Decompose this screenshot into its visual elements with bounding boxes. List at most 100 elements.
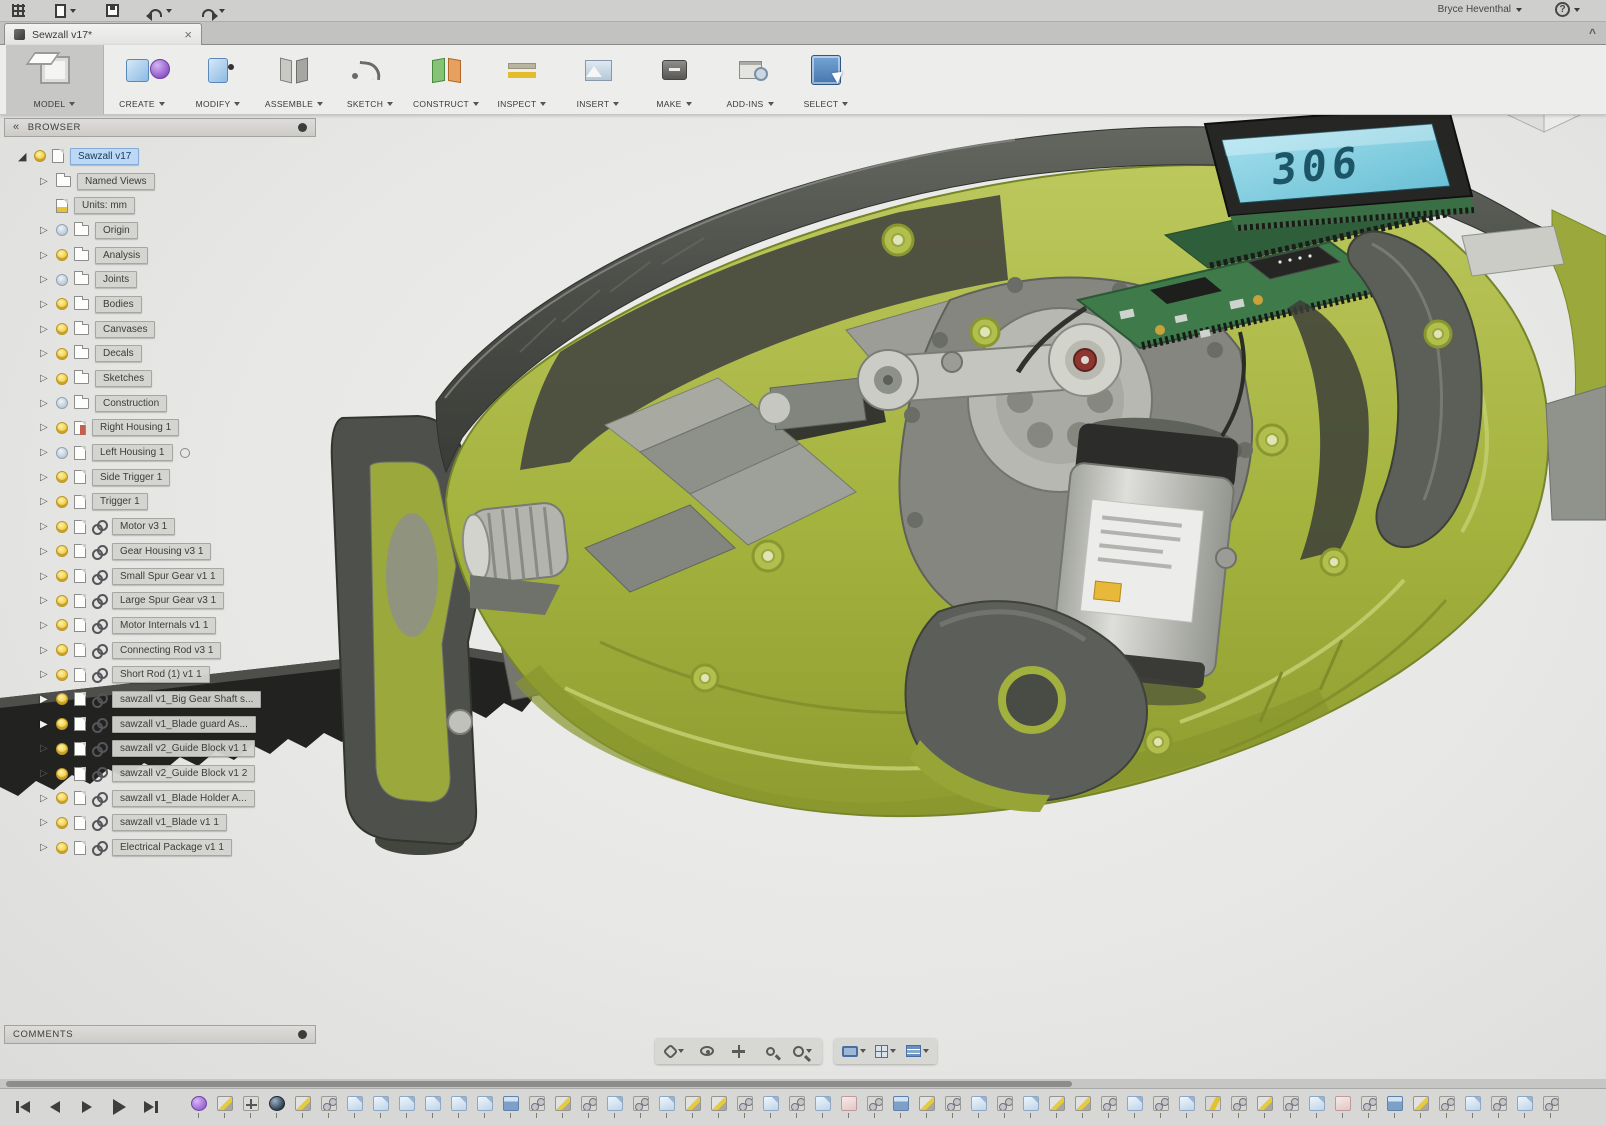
timeline-feature-joint[interactable]	[1438, 1096, 1455, 1118]
tree-item-label[interactable]: sawzall v1_Big Gear Shaft s...	[112, 691, 261, 708]
tree-item-label[interactable]: Decals	[95, 345, 142, 362]
ribbon-tab-modify[interactable]: MODIFY	[180, 45, 256, 114]
horizontal-scrollbar[interactable]	[0, 1079, 1606, 1088]
visibility-bulb-icon[interactable]	[56, 595, 68, 607]
tree-item-label[interactable]: Trigger 1	[92, 493, 148, 510]
timeline-feature-sketch[interactable]	[554, 1096, 571, 1118]
timeline-feature-comp[interactable]	[1178, 1096, 1195, 1118]
tree-item-label[interactable]: Sketches	[95, 370, 152, 387]
disclosure-triangle-icon[interactable]	[40, 176, 56, 187]
step-forward-button[interactable]	[74, 1096, 100, 1118]
disclosure-triangle-icon[interactable]	[40, 250, 56, 261]
visibility-bulb-icon[interactable]	[56, 224, 68, 236]
timeline-feature-joint[interactable]	[632, 1096, 649, 1118]
tree-item-label[interactable]: sawzall v1_Blade Holder A...	[112, 790, 255, 807]
tree-item-label[interactable]: Left Housing 1	[92, 444, 173, 461]
timeline-feature-sketch[interactable]	[1074, 1096, 1091, 1118]
timeline-feature-comp[interactable]	[424, 1096, 441, 1118]
disclosure-triangle-icon[interactable]	[40, 743, 56, 754]
disclosure-triangle-icon[interactable]	[40, 645, 56, 656]
tree-item-label[interactable]: Canvases	[95, 321, 155, 338]
visibility-bulb-icon[interactable]	[56, 422, 68, 434]
timeline-feature-joint[interactable]	[866, 1096, 883, 1118]
panel-options-icon[interactable]	[298, 123, 307, 132]
tree-item-label[interactable]: Construction	[95, 395, 167, 412]
visibility-bulb-icon[interactable]	[56, 249, 68, 261]
timeline-feature-joint[interactable]	[1152, 1096, 1169, 1118]
tree-item-label[interactable]: Connecting Rod v3 1	[112, 642, 221, 659]
tree-item-label[interactable]: Bodies	[95, 296, 142, 313]
ribbon-tab-insert[interactable]: INSERT	[560, 45, 636, 114]
visibility-bulb-icon[interactable]	[56, 373, 68, 385]
go-to-end-button[interactable]	[138, 1096, 164, 1118]
data-panel-button[interactable]	[12, 4, 25, 17]
disclosure-triangle-icon[interactable]	[40, 398, 56, 409]
timeline-feature-comp[interactable]	[606, 1096, 623, 1118]
visibility-bulb-icon[interactable]	[56, 323, 68, 335]
comments-header[interactable]: COMMENTS	[4, 1025, 316, 1044]
tree-item-label[interactable]: Analysis	[95, 247, 148, 264]
tree-item-label[interactable]: sawzall v1_Blade guard As...	[112, 716, 256, 733]
nav-pan-button[interactable]	[726, 1041, 751, 1061]
file-menu-button[interactable]	[55, 4, 76, 18]
visibility-bulb-icon[interactable]	[56, 842, 68, 854]
disclosure-triangle-icon[interactable]	[40, 620, 56, 631]
ribbon-tab-create[interactable]: CREATE	[104, 45, 180, 114]
disclosure-triangle-icon[interactable]	[40, 571, 56, 582]
visibility-bulb-icon[interactable]	[56, 817, 68, 829]
tree-item-label[interactable]: Gear Housing v3 1	[112, 543, 211, 560]
tree-item-label[interactable]: Sawzall v17	[70, 148, 139, 165]
disclosure-triangle-icon[interactable]	[40, 521, 56, 532]
visibility-bulb-icon[interactable]	[56, 644, 68, 656]
tree-item-label[interactable]: Motor v3 1	[112, 518, 175, 535]
ribbon-tab-inspect[interactable]: INSPECT	[484, 45, 560, 114]
timeline-feature-comp[interactable]	[1022, 1096, 1039, 1118]
timeline-feature-bolt[interactable]	[1204, 1096, 1221, 1118]
ribbon-tab-select[interactable]: SELECT	[788, 45, 864, 114]
timeline-feature-comp[interactable]	[1516, 1096, 1533, 1118]
timeline-feature-comp[interactable]	[1464, 1096, 1481, 1118]
visibility-bulb-icon[interactable]	[56, 718, 68, 730]
timeline-feature-cube[interactable]	[502, 1096, 519, 1118]
ribbon-tab-construct[interactable]: CONSTRUCT	[408, 45, 484, 114]
tree-item-label[interactable]: Right Housing 1	[92, 419, 179, 436]
disclosure-triangle-icon[interactable]	[40, 225, 56, 236]
document-tab[interactable]: Sewzall v17* ×	[4, 23, 202, 45]
visibility-bulb-icon[interactable]	[56, 447, 68, 459]
nav-zoomwin-button[interactable]	[758, 1041, 783, 1061]
undo-button[interactable]	[149, 5, 172, 17]
visibility-bulb-icon[interactable]	[56, 792, 68, 804]
tree-item-label[interactable]: Origin	[95, 222, 138, 239]
timeline-feature-comp[interactable]	[762, 1096, 779, 1118]
disclosure-triangle-icon[interactable]	[40, 546, 56, 557]
timeline-feature-sketch[interactable]	[1256, 1096, 1273, 1118]
timeline-feature-joint[interactable]	[1100, 1096, 1117, 1118]
disclosure-triangle-icon[interactable]	[40, 719, 56, 730]
timeline-feature-comp[interactable]	[1126, 1096, 1143, 1118]
ribbon-tab-addins[interactable]: ADD-INS	[712, 45, 788, 114]
timeline-feature-cube[interactable]	[1386, 1096, 1403, 1118]
timeline-feature-sketch[interactable]	[684, 1096, 701, 1118]
panel-options-icon[interactable]	[298, 1030, 307, 1039]
user-menu[interactable]: Bryce Heventhal	[1438, 4, 1522, 15]
visibility-bulb-icon[interactable]	[56, 471, 68, 483]
disclosure-triangle-icon[interactable]	[40, 768, 56, 779]
go-to-start-button[interactable]	[10, 1096, 36, 1118]
visibility-bulb-icon[interactable]	[56, 496, 68, 508]
tree-item-label[interactable]: Joints	[95, 271, 137, 288]
timeline-feature-joint[interactable]	[1282, 1096, 1299, 1118]
timeline-feature-move[interactable]	[242, 1096, 259, 1118]
tree-item-label[interactable]: Large Spur Gear v3 1	[112, 592, 224, 609]
timeline-feature-sketch[interactable]	[918, 1096, 935, 1118]
timeline-feature-sketch[interactable]	[216, 1096, 233, 1118]
visibility-bulb-icon[interactable]	[56, 743, 68, 755]
disclosure-triangle-icon[interactable]	[40, 496, 56, 507]
timeline-feature-comp[interactable]	[1308, 1096, 1325, 1118]
visibility-bulb-icon[interactable]	[56, 619, 68, 631]
disclosure-triangle-icon[interactable]	[40, 472, 56, 483]
timeline-feature-sketch[interactable]	[1412, 1096, 1429, 1118]
help-menu[interactable]: ?	[1555, 2, 1580, 17]
browser-header[interactable]: « BROWSER	[4, 118, 316, 137]
timeline-feature-joint[interactable]	[1490, 1096, 1507, 1118]
disclosure-triangle-icon[interactable]	[40, 324, 56, 335]
